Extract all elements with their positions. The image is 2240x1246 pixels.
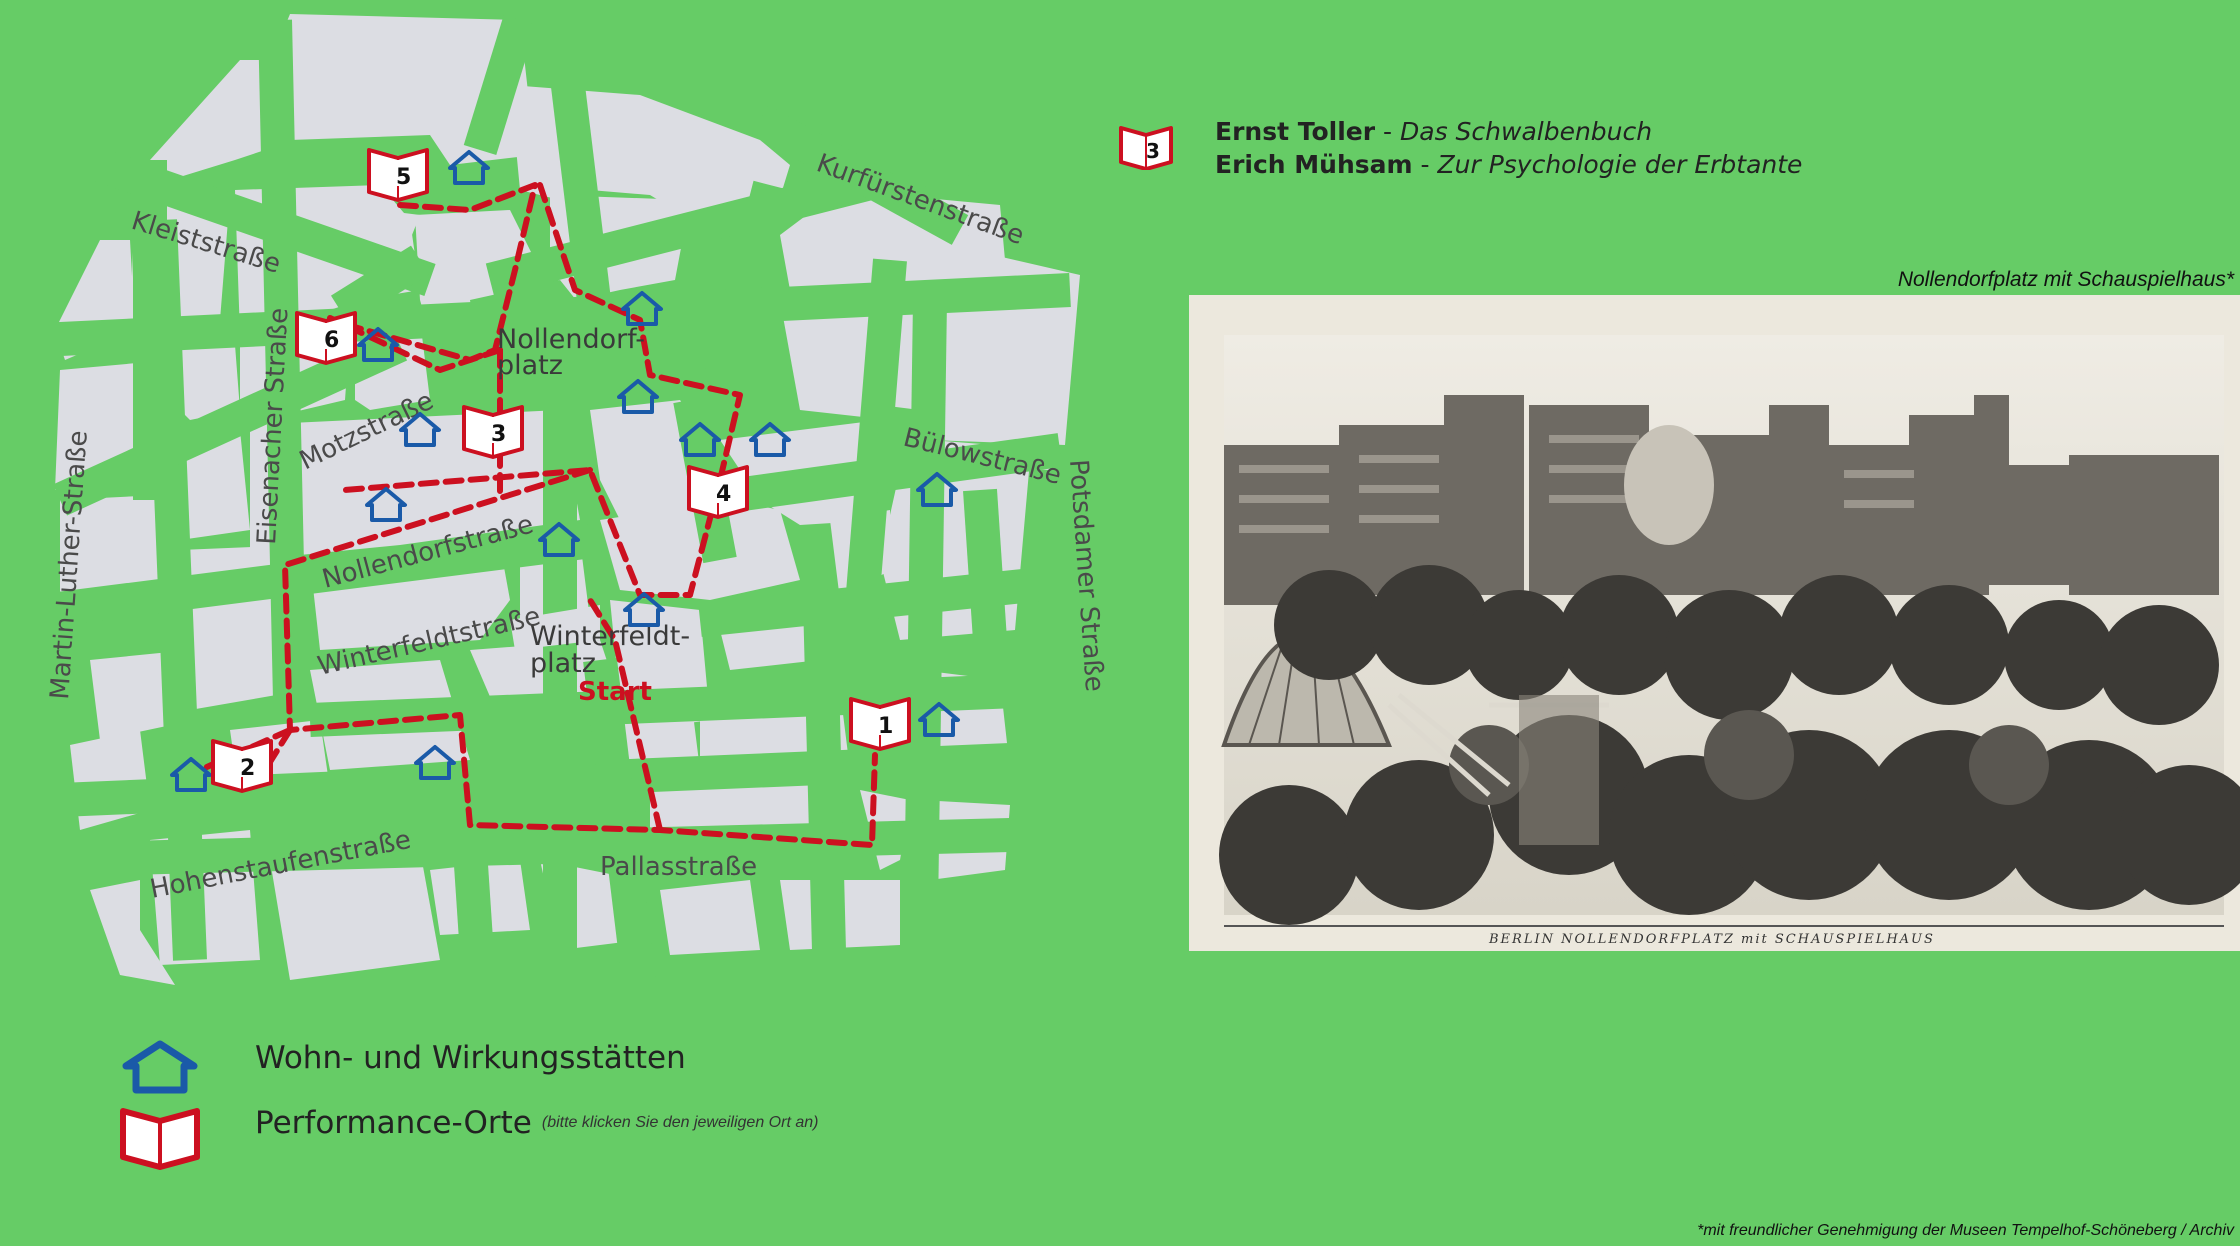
- legend-performance-label: Performance-Orte: [255, 1105, 532, 1141]
- copyright-note: *mit freundlicher Genehmigung der Museen…: [1697, 1222, 2234, 1239]
- performance-site-4[interactable]: 4: [687, 465, 749, 519]
- performance-site-5[interactable]: 5: [367, 148, 429, 202]
- performance-site-3[interactable]: 3: [462, 405, 524, 459]
- nollendorfplatz-label-line2: platz: [497, 350, 563, 381]
- performance-site-number: 4: [716, 482, 731, 507]
- photo-imprint-label: BERLIN NOLLENDORFPLATZ mit SCHAUSPIELHAU…: [1488, 932, 1935, 947]
- historic-photo-illustration: BERLIN NOLLENDORFPLATZ mit SCHAUSPIELHAU…: [1219, 335, 2240, 947]
- legend-performance: Performance-Orte (bitte klicken Sie den …: [120, 1105, 819, 1170]
- performance-info-line2: Erich Mühsam - Zur Psychologie der Erbta…: [1215, 148, 1802, 181]
- street-pallasstrasse: Pallasstraße: [600, 852, 757, 882]
- performance-info: Ernst Toller - Das Schwalbenbuch Erich M…: [1215, 115, 1802, 181]
- house-icon: [122, 1040, 198, 1094]
- performance-site-number: 5: [396, 165, 411, 190]
- author-name: Ernst Toller: [1215, 117, 1376, 146]
- work-title: Das Schwalbenbuch: [1400, 117, 1653, 146]
- performance-site-number: 3: [491, 422, 506, 447]
- winterfeldtplatz-label-line2: platz: [530, 648, 596, 679]
- separator: -: [1412, 150, 1438, 179]
- performance-site-number: 2: [240, 756, 255, 781]
- legend-houses-label: Wohn- und Wirkungsstätten: [255, 1040, 686, 1076]
- open-book-icon: [120, 1108, 200, 1170]
- photo-caption: Nollendorfplatz mit Schauspielhaus*: [1897, 268, 2234, 291]
- start-label: Start: [578, 677, 652, 707]
- selected-site-number: 3: [1146, 139, 1160, 163]
- performance-site-number: 6: [324, 328, 339, 353]
- performance-site-6[interactable]: 6: [295, 311, 357, 365]
- historic-photo: BERLIN NOLLENDORFPLATZ mit SCHAUSPIELHAU…: [1189, 295, 2240, 951]
- work-title: Zur Psychologie der Erbtante: [1437, 150, 1803, 179]
- author-name: Erich Mühsam: [1215, 150, 1413, 179]
- performance-site-2[interactable]: 2: [211, 739, 273, 793]
- performance-info-line1: Ernst Toller - Das Schwalbenbuch: [1215, 115, 1802, 148]
- selected-site-marker: 3: [1119, 126, 1173, 170]
- legend-houses: Wohn- und Wirkungsstätten: [120, 1040, 686, 1094]
- performance-site-1[interactable]: 1: [849, 697, 911, 751]
- legend-performance-note: (bitte klicken Sie den jeweiligen Ort an…: [541, 1114, 819, 1131]
- separator: -: [1375, 117, 1400, 146]
- performance-site-number: 1: [878, 714, 893, 739]
